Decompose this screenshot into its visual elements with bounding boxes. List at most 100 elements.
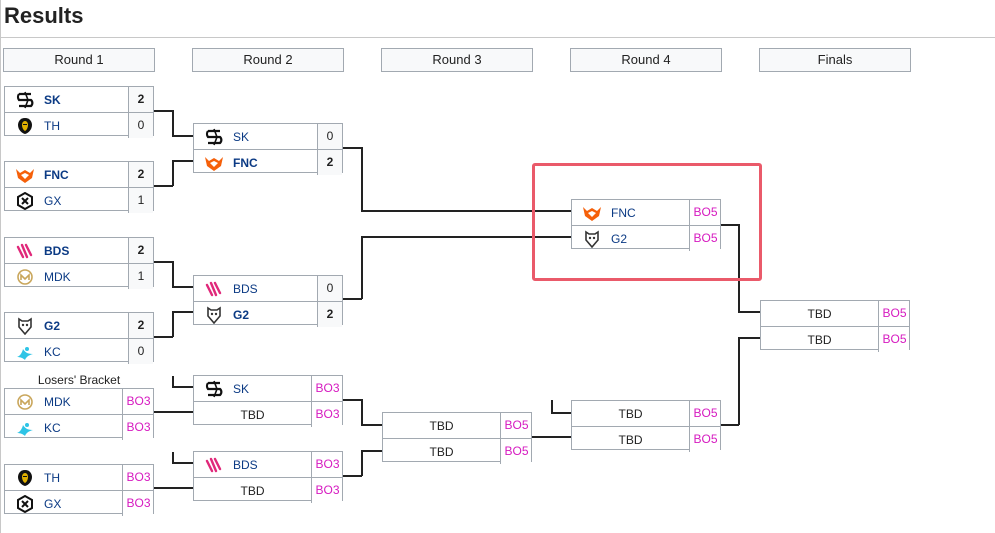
bracket-connector-line [738,311,760,313]
team-link-g2[interactable]: G2 [5,313,128,338]
team-name[interactable]: TH [44,471,60,485]
team-name[interactable]: GX [44,497,61,511]
team-name[interactable]: BDS [233,282,258,296]
team-tbd: TBD [194,402,311,427]
gx-logo-icon[interactable] [14,191,36,211]
team-row: TBD BO5 [383,413,531,438]
team-link-bds[interactable]: BDS [194,452,311,477]
team-link-sk[interactable]: SK [194,376,311,401]
team-name[interactable]: FNC [233,156,258,170]
round-header-3: Round 3 [381,48,533,72]
team-name[interactable]: BDS [44,244,69,258]
team-row: KC BO3 [5,414,153,440]
best-of-label: BO5 [878,301,909,326]
bracket-connector-line [154,487,193,489]
team-row: SK 0 [194,124,342,149]
bracket-connector-line [154,185,173,187]
g2-logo-icon[interactable] [203,305,225,325]
team-name[interactable]: GX [44,194,61,208]
match-r2-m3: SK BO3 TBD BO3 [193,375,343,427]
bds-logo-icon[interactable] [203,455,225,475]
team-row: G2 2 [5,313,153,338]
bracket-connector-line [172,135,193,137]
team-name[interactable]: SK [233,130,249,144]
team-link-gx[interactable]: GX [5,491,122,516]
team-name[interactable]: SK [44,93,61,107]
team-link-sk[interactable]: SK [194,124,317,149]
best-of-label: BO3 [122,389,153,414]
match-r1-m2: FNC 2 GX 1 [4,161,154,213]
bracket-connector-line [720,424,739,426]
team-link-mdk[interactable]: MDK [5,264,128,289]
team-link-mdk[interactable]: MDK [5,389,122,414]
match-r1-m1: SK 2 TH 0 [4,86,154,138]
team-name[interactable]: KC [44,421,61,435]
team-name[interactable]: MDK [44,270,71,284]
team-tbd: TBD [572,401,689,426]
bracket-connector-line [343,475,362,477]
team-link-g2[interactable]: G2 [194,302,317,327]
team-link-kc[interactable]: KC [5,415,122,440]
best-of-label: BO5 [689,401,720,426]
team-link-th[interactable]: TH [5,465,122,490]
team-tbd: TBD [572,427,689,452]
score: 1 [128,188,153,213]
team-name[interactable]: FNC [44,168,69,182]
match-r2-m2: BDS 0 G2 2 [193,275,343,327]
team-row: MDK 1 [5,263,153,289]
team-link-bds[interactable]: BDS [194,276,317,301]
bds-logo-icon[interactable] [14,241,36,261]
match-r4-m2: TBD BO5 TBD BO5 [571,400,721,452]
fnc-logo-icon[interactable] [14,165,36,185]
th-logo-icon[interactable] [14,116,36,136]
team-row: BDS BO3 [194,452,342,477]
team-name[interactable]: G2 [44,319,60,333]
bracket-connector-line [343,298,362,300]
bds-logo-icon[interactable] [203,279,225,299]
bracket-connector-line [154,261,173,263]
score: 2 [128,162,153,187]
team-name[interactable]: MDK [44,395,71,409]
sk-logo-icon[interactable] [203,127,225,147]
best-of-label: BO3 [122,415,153,440]
team-row: FNC 2 [194,149,342,175]
team-link-sk[interactable]: SK [5,87,128,112]
team-link-th[interactable]: TH [5,113,128,138]
team-link-kc[interactable]: KC [5,339,128,364]
best-of-label: BO3 [122,465,153,490]
team-link-bds[interactable]: BDS [5,238,128,263]
team-name[interactable]: G2 [233,308,249,322]
team-tbd: TBD [194,478,311,503]
team-name[interactable]: TH [44,119,60,133]
fnc-logo-icon[interactable] [203,153,225,173]
team-name[interactable]: KC [44,345,61,359]
score: 0 [128,113,153,138]
kc-logo-icon[interactable] [14,418,36,438]
team-tbd: TBD [383,439,500,464]
mdk-logo-icon[interactable] [14,267,36,287]
bracket-connector-line [551,412,571,414]
team-tbd: TBD [761,327,878,352]
team-link-gx[interactable]: GX [5,188,128,213]
sk-logo-icon[interactable] [14,90,36,110]
team-link-fnc[interactable]: FNC [194,150,317,175]
team-row: TH 0 [5,112,153,138]
gx-logo-icon[interactable] [14,494,36,514]
kc-logo-icon[interactable] [14,342,36,362]
bracket-connector-line [172,462,193,464]
team-name[interactable]: SK [233,382,249,396]
team-row: G2 2 [194,301,342,327]
team-name[interactable]: BDS [233,458,258,472]
th-logo-icon[interactable] [14,468,36,488]
mdk-logo-icon[interactable] [14,392,36,412]
team-link-fnc[interactable]: FNC [5,162,128,187]
team-name: TBD [240,483,265,498]
best-of-label: BO3 [311,376,342,401]
best-of-label: BO5 [689,427,720,452]
team-row: GX BO3 [5,490,153,516]
sk-logo-icon[interactable] [203,379,225,399]
team-row: MDK BO3 [5,389,153,414]
bracket-connector-line [361,450,363,476]
bracket-connector-line [361,424,382,426]
g2-logo-icon[interactable] [14,316,36,336]
